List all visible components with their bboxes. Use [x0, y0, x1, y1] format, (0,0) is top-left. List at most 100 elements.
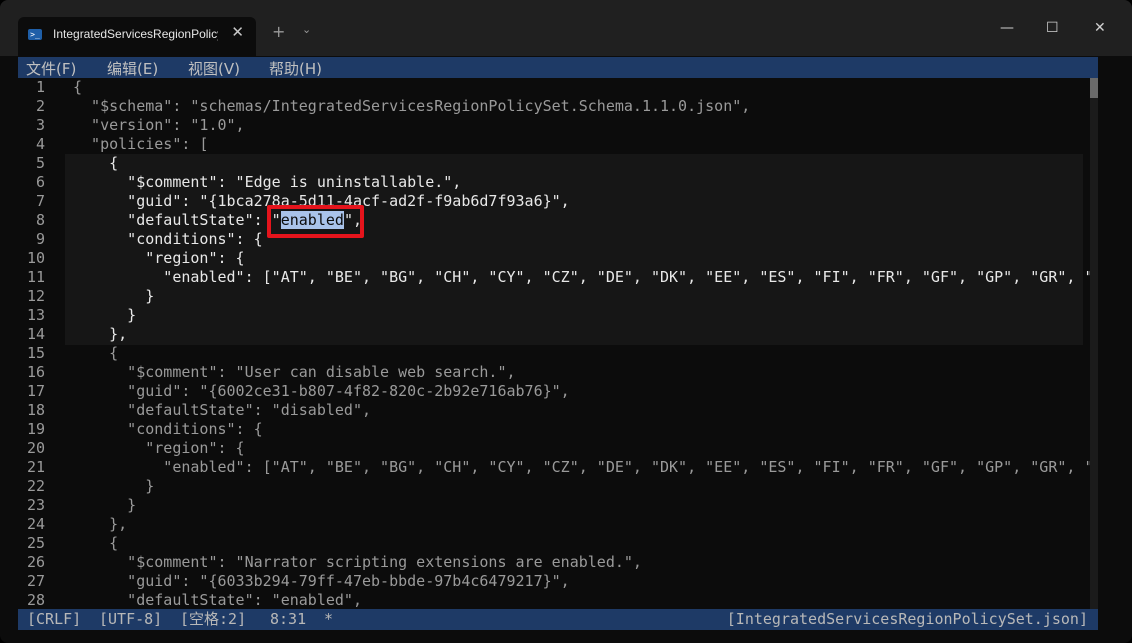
- title-bar: >_ IntegratedServicesRegionPolicySet.jso…: [0, 0, 1132, 56]
- line-number: 16: [26, 363, 45, 381]
- line-number: 9: [35, 230, 45, 248]
- line-number: 4: [35, 135, 45, 153]
- tab-active[interactable]: >_ IntegratedServicesRegionPolicySet.jso…: [18, 17, 256, 56]
- line-number: 14: [26, 325, 45, 343]
- status-position: 8:31: [270, 610, 307, 628]
- code-line[interactable]: 21 "enabled": ["AT", "BE", "BG", "CH", "…: [18, 458, 1094, 477]
- code-text-segment: "defaultState": ": [73, 211, 281, 229]
- code-line[interactable]: 15 {: [18, 344, 1088, 363]
- code-line[interactable]: 11 "enabled": ["AT", "BE", "BG", "CH", "…: [18, 268, 1094, 287]
- code-line[interactable]: 13 }: [18, 306, 1088, 325]
- code-line[interactable]: 23 }: [18, 496, 1088, 515]
- code-text: "region": {: [73, 439, 245, 457]
- minimize-button[interactable]: —: [1000, 20, 1014, 36]
- code-text: "conditions": {: [73, 230, 263, 248]
- code-line[interactable]: 19 "conditions": {: [18, 420, 1088, 439]
- code-text: }: [73, 477, 155, 495]
- maximize-button[interactable]: ☐: [1046, 20, 1059, 36]
- code-text: "$comment": "User can disable web search…: [73, 363, 516, 381]
- code-line[interactable]: 4 "policies": [: [18, 135, 1088, 154]
- code-line[interactable]: 16 "$comment": "User can disable web sea…: [18, 363, 1088, 382]
- status-encoding: [UTF-8]: [99, 610, 163, 628]
- line-number: 20: [26, 439, 45, 457]
- line-number: 22: [26, 477, 45, 495]
- code-line[interactable]: 28 "defaultState": "enabled",: [18, 591, 1088, 609]
- code-line[interactable]: 9 "conditions": {: [18, 230, 1088, 249]
- code-text: {: [73, 534, 119, 552]
- line-number: 23: [26, 496, 45, 514]
- line-number: 1: [35, 78, 45, 96]
- chevron-down-icon[interactable]: ⌄: [302, 23, 311, 36]
- menu-help[interactable]: 帮助(H): [269, 58, 322, 79]
- new-tab-button[interactable]: +: [272, 22, 285, 41]
- line-number: 15: [26, 344, 45, 362]
- code-text: "$comment": "Edge is uninstallable.",: [73, 173, 462, 191]
- line-number: 18: [26, 401, 45, 419]
- code-text: "policies": [: [73, 135, 209, 153]
- code-text: }: [73, 287, 155, 305]
- code-text: "guid": "{6033b294-79ff-47eb-bbde-97b4c6…: [73, 572, 570, 590]
- code-text: {: [73, 344, 119, 362]
- code-line[interactable]: 12 }: [18, 287, 1088, 306]
- code-text: "version": "1.0",: [73, 116, 245, 134]
- code-text: "enabled": ["AT", "BE", "BG", "CH", "CY"…: [73, 268, 1094, 286]
- code-text: "defaultState": "disabled",: [73, 401, 372, 419]
- code-line[interactable]: 7 "guid": "{1bca278a-5d11-4acf-ad2f-f9ab…: [18, 192, 1088, 211]
- code-text: },: [73, 515, 128, 533]
- tab-title: IntegratedServicesRegionPolicySet.json: [53, 27, 218, 41]
- line-number: 26: [26, 553, 45, 571]
- line-number: 27: [26, 572, 45, 590]
- code-line[interactable]: 8 "defaultState": "enabled",: [18, 211, 1088, 230]
- menu-file[interactable]: 文件(F): [26, 58, 76, 79]
- status-line-ending: [CRLF]: [27, 610, 82, 628]
- code-line[interactable]: 17 "guid": "{6002ce31-b807-4f82-820c-2b9…: [18, 382, 1088, 401]
- code-line[interactable]: 10 "region": {: [18, 249, 1088, 268]
- code-text: },: [73, 325, 128, 343]
- status-indent: [空格:2]: [180, 610, 247, 628]
- scrollbar-thumb[interactable]: [1090, 78, 1098, 98]
- code-editor[interactable]: 1{2 "$schema": "schemas/IntegratedServic…: [18, 78, 1098, 609]
- code-line[interactable]: 14 },: [18, 325, 1088, 344]
- code-line[interactable]: 6 "$comment": "Edge is uninstallable.",: [18, 173, 1088, 192]
- line-number: 11: [26, 268, 45, 286]
- code-line[interactable]: 26 "$comment": "Narrator scripting exten…: [18, 553, 1088, 572]
- tab-close-icon[interactable]: ✕: [231, 23, 244, 41]
- line-number: 10: [26, 249, 45, 267]
- code-line[interactable]: 3 "version": "1.0",: [18, 116, 1088, 135]
- line-number: 2: [35, 97, 45, 115]
- terminal-window: >_ IntegratedServicesRegionPolicySet.jso…: [0, 0, 1132, 643]
- line-number: 25: [26, 534, 45, 552]
- code-line[interactable]: 18 "defaultState": "disabled",: [18, 401, 1088, 420]
- menu-edit[interactable]: 编辑(E): [107, 58, 158, 79]
- code-line[interactable]: 5 {: [18, 154, 1088, 173]
- code-text: "defaultState": "enabled",: [73, 591, 362, 609]
- status-bar: [CRLF] [UTF-8] [空格:2] 8:31 * [Integrated…: [18, 609, 1098, 630]
- code-line[interactable]: 2 "$schema": "schemas/IntegratedServices…: [18, 97, 1088, 116]
- line-number: 5: [35, 154, 45, 172]
- code-line[interactable]: 24 },: [18, 515, 1088, 534]
- close-button[interactable]: ✕: [1094, 20, 1106, 36]
- code-line[interactable]: 27 "guid": "{6033b294-79ff-47eb-bbde-97b…: [18, 572, 1088, 591]
- code-text: "$comment": "Narrator scripting extensio…: [73, 553, 642, 571]
- code-line[interactable]: 25 {: [18, 534, 1088, 553]
- code-text: "region": {: [73, 249, 245, 267]
- line-number: 3: [35, 116, 45, 134]
- scrollbar[interactable]: [1090, 78, 1098, 609]
- line-number: 8: [35, 211, 45, 229]
- line-number: 19: [26, 420, 45, 438]
- line-number: 21: [26, 458, 45, 476]
- code-text: }: [73, 496, 137, 514]
- status-modified: *: [324, 610, 334, 628]
- line-number: 13: [26, 306, 45, 324]
- code-line[interactable]: 22 }: [18, 477, 1088, 496]
- code-text: "enabled": ["AT", "BE", "BG", "CH", "CY"…: [73, 458, 1094, 476]
- code-text: }: [73, 306, 137, 324]
- code-line[interactable]: 20 "region": {: [18, 439, 1088, 458]
- highlight-annotation: [267, 205, 364, 238]
- code-line[interactable]: 1{: [18, 78, 1088, 97]
- code-text: "conditions": {: [73, 420, 263, 438]
- status-filename: [IntegratedServicesRegionPolicySet.json]: [726, 610, 1088, 628]
- code-text: "$schema": "schemas/IntegratedServicesRe…: [73, 97, 751, 115]
- menu-view[interactable]: 视图(V): [188, 58, 240, 79]
- code-text: {: [73, 154, 119, 172]
